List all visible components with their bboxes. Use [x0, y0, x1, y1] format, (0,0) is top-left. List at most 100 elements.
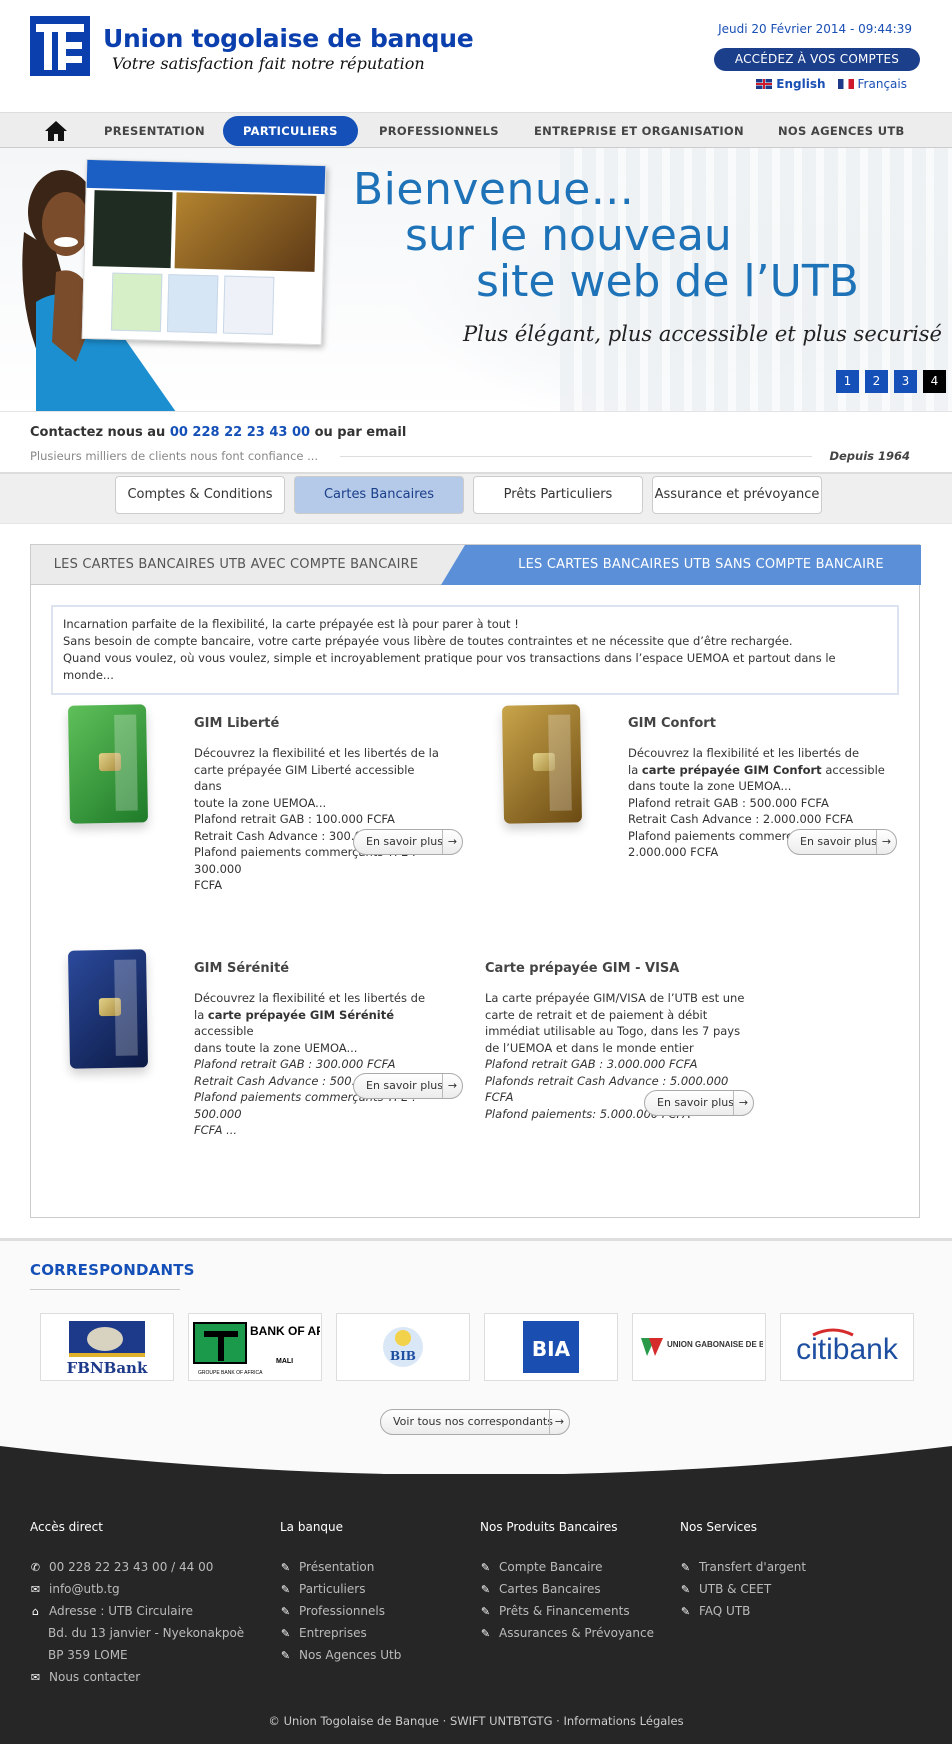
link-text: Présentation	[299, 1560, 375, 1574]
contact-phone[interactable]: 00 228 22 23 43 00	[170, 425, 310, 440]
svg-text:FBNBank: FBNBank	[67, 1359, 148, 1377]
footer-link[interactable]: ✎ FAQ UTB	[680, 1600, 806, 1622]
divider	[30, 1289, 180, 1290]
pencil-icon: ✎	[680, 1582, 691, 1596]
svg-text:UNION GABONAISE DE BANQUE: UNION GABONAISE DE BANQUE	[667, 1340, 763, 1349]
footer-link[interactable]: ✎ Nos Agences Utb	[280, 1644, 401, 1666]
contact-strip: Contactez nous au 00 228 22 23 43 00 ou …	[0, 412, 952, 474]
card-line: Plafonds retrait Cash Advance : 5.000.00…	[485, 1073, 729, 1088]
bank-of-africa-logo[interactable]: BANK OF AFRICA MALI GROUPE BANK OF AFRIC…	[188, 1313, 322, 1381]
footer-link[interactable]: ✎ Prêts & Financements	[480, 1600, 654, 1622]
main-nav: PRESENTATION PARTICULIERS PROFESSIONNELS…	[0, 112, 952, 148]
home-icon[interactable]	[44, 120, 68, 142]
card-text-fragment: accessible	[821, 762, 885, 777]
tab-comptes-conditions[interactable]: Comptes & Conditions	[115, 476, 285, 514]
hero-banner: Bienvenue... sur le nouveau site web de …	[0, 148, 952, 412]
svg-text:BANK OF AFRICA: BANK OF AFRICA	[250, 1324, 320, 1338]
slide-3-button[interactable]: 3	[894, 370, 917, 393]
card-title: GIM Sérénité	[194, 961, 290, 976]
footer-email[interactable]: ✉ info@utb.tg	[30, 1578, 244, 1600]
nav-professionnels[interactable]: PROFESSIONNELS	[379, 113, 499, 149]
card-line: Découvrez la flexibilité et les libertés…	[194, 746, 439, 760]
contact-subtitle: Plusieurs milliers de clients nous font …	[30, 449, 319, 463]
bia-logo[interactable]: BIA	[484, 1313, 618, 1381]
footer-link[interactable]: ✎ Transfert d'argent	[680, 1556, 806, 1578]
footer-link[interactable]: ✎ Professionnels	[280, 1600, 401, 1622]
email-text: info@utb.tg	[49, 1582, 120, 1596]
card-line: FCFA	[194, 878, 223, 892]
tab-assurance-prevoyance[interactable]: Assurance et prévoyance	[652, 476, 822, 514]
mail-icon: ✉	[30, 1582, 41, 1596]
sub-tabs: Comptes & Conditions Cartes Bancaires Pr…	[0, 474, 952, 524]
fbn-bank-logo[interactable]: FBNBank	[40, 1313, 174, 1381]
card-line: la carte prépayée GIM Confort accessible	[628, 762, 888, 779]
card-line: Plafond retrait GAB : 3.000.000 FCFA	[485, 1057, 698, 1071]
link-text: Professionnels	[299, 1604, 386, 1618]
citibank-logo[interactable]: citibank	[780, 1313, 914, 1381]
footer-contact-link[interactable]: ✉ Nous contacter	[30, 1666, 244, 1688]
contact-email-suffix[interactable]: ou par email	[310, 425, 407, 440]
utb-logo[interactable]	[30, 16, 90, 76]
footer-col-title: Nos Services	[680, 1520, 757, 1534]
tab-cartes-bancaires[interactable]: Cartes Bancaires	[294, 476, 464, 514]
card-description: Découvrez la flexibilité et les libertés…	[194, 990, 449, 1139]
slide-2-button[interactable]: 2	[865, 370, 888, 393]
footer-col-title: Nos Produits Bancaires	[480, 1520, 618, 1534]
card-title: Carte prépayée GIM - VISA	[485, 961, 680, 976]
brand-tagline: Votre satisfaction fait notre réputation	[112, 54, 425, 73]
footer-link[interactable]: ✎ Particuliers	[280, 1578, 401, 1600]
card-line: FCFA ...	[194, 1123, 238, 1137]
nav-entreprise[interactable]: ENTREPRISE ET ORGANISATION	[534, 113, 744, 149]
footer-link[interactable]: ✎ Présentation	[280, 1556, 401, 1578]
page: Union togolaise de banque Votre satisfac…	[0, 0, 952, 1744]
all-correspondants-button[interactable]: Voir tous nos correspondants →	[380, 1409, 570, 1435]
bib-logo[interactable]: BIB	[336, 1313, 470, 1381]
card-line: dans toute la zone UEMOA...	[194, 1040, 358, 1055]
contact-text: Nous contacter	[49, 1670, 141, 1684]
slide-4-button[interactable]: 4	[923, 370, 946, 393]
card-line: Retrait Cash Advance : 2.000.000 FCFA	[628, 812, 854, 826]
svg-text:BIA: BIA	[532, 1337, 571, 1361]
footer-col-access: Accès direct ✆ 00 228 22 23 43 00 / 44 00…	[30, 1520, 244, 1688]
footer-link[interactable]: ✎ Entreprises	[280, 1622, 401, 1644]
footer-link[interactable]: ✎ Cartes Bancaires	[480, 1578, 654, 1600]
card-text-fragment: la	[194, 1007, 208, 1022]
arrow-right-icon: →	[442, 1074, 462, 1098]
pencil-icon: ✎	[480, 1560, 491, 1574]
footer-link[interactable]: ✎ UTB & CEET	[680, 1578, 806, 1600]
tab-prets-particuliers[interactable]: Prêts Particuliers	[473, 476, 643, 514]
footer-link[interactable]: ✎ Compte Bancaire	[480, 1556, 654, 1578]
brand-name: Union togolaise de banque	[103, 24, 474, 53]
footer-phone[interactable]: ✆ 00 228 22 23 43 00 / 44 00	[30, 1556, 244, 1578]
union-gabonaise-logo[interactable]: UNION GABONAISE DE BANQUE	[632, 1313, 766, 1381]
tab-with-account[interactable]: LES CARTES BANCAIRES UTB AVEC COMPTE BAN…	[31, 545, 441, 585]
card-line: carte de retrait et de paiement à débit	[485, 1007, 708, 1022]
more-info-button[interactable]: En savoir plus →	[644, 1090, 754, 1116]
footer-link[interactable]: ✎ Assurances & Prévoyance	[480, 1622, 654, 1644]
pencil-icon: ✎	[280, 1604, 291, 1618]
tab-without-account[interactable]: LES CARTES BANCAIRES UTB SANS COMPTE BAN…	[441, 545, 921, 585]
card-line: Découvrez la flexibilité et les libertés…	[194, 991, 426, 1005]
slide-1-button[interactable]: 1	[836, 370, 859, 393]
banner-line-3: site web de l’UTB	[476, 256, 859, 307]
nav-agences[interactable]: NOS AGENCES UTB	[778, 113, 905, 149]
panel-tabs: LES CARTES BANCAIRES UTB AVEC COMPTE BAN…	[31, 545, 921, 585]
more-info-button[interactable]: En savoir plus →	[353, 829, 463, 855]
lang-french[interactable]: Français	[837, 77, 907, 91]
nav-particuliers[interactable]: PARTICULIERS	[223, 116, 358, 146]
since-label: Depuis 1964	[829, 449, 910, 463]
france-flag-icon	[837, 79, 854, 89]
more-info-button[interactable]: En savoir plus →	[787, 829, 897, 855]
lang-english[interactable]: English	[756, 77, 826, 91]
lang-english-label: English	[776, 77, 826, 91]
correspondants-title: CORRESPONDANTS	[30, 1261, 195, 1279]
more-info-button[interactable]: En savoir plus →	[353, 1073, 463, 1099]
cards-panel: LES CARTES BANCAIRES UTB AVEC COMPTE BAN…	[30, 544, 921, 1218]
copyright: © Union Togolaise de Banque · SWIFT UNTB…	[268, 1714, 684, 1728]
nav-presentation[interactable]: PRESENTATION	[104, 113, 205, 149]
uk-flag-icon	[756, 79, 773, 89]
intro-line-2: Sans besoin de compte bancaire, votre ca…	[63, 634, 793, 648]
access-accounts-button[interactable]: ACCÉDEZ À VOS COMPTES	[714, 48, 920, 71]
pencil-icon: ✎	[280, 1626, 291, 1640]
svg-text:GROUPE BANK OF AFRICA: GROUPE BANK OF AFRICA	[198, 1370, 263, 1376]
